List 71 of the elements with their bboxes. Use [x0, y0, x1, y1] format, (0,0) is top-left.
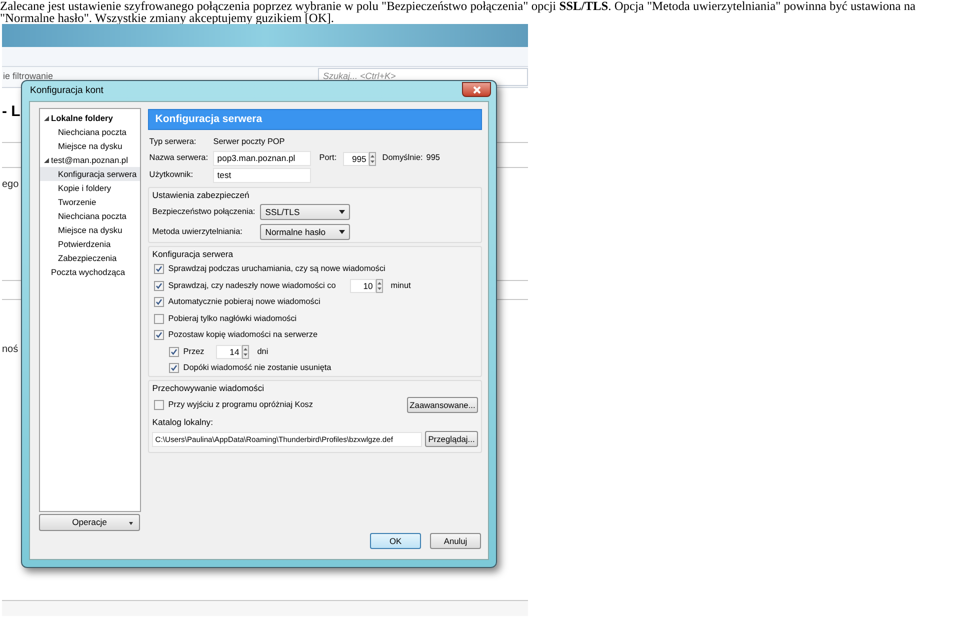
checkbox-label: Pobieraj tylko nagłówki wiadomości	[168, 312, 297, 325]
checkbox[interactable]	[154, 264, 164, 274]
window-title: Konfiguracja kont	[30, 84, 104, 98]
tree-item[interactable]: Zabezpieczenia	[58, 252, 117, 264]
dropdown[interactable]: SSL/TLS	[260, 204, 350, 220]
checkbox-label: Przy wyjściu z programu opróżniaj Kosz	[168, 398, 313, 411]
checkbox-label: Automatycznie pobieraj nowe wiadomości	[168, 296, 320, 308]
advanced-button[interactable]: Zaawansowane...	[407, 397, 478, 413]
checkbox-label: Sprawdzaj, czy nadeszły nowe wiadomości co	[168, 280, 336, 292]
expanded-icon[interactable]	[44, 158, 49, 162]
tree-item[interactable]: Potwierdzenia	[58, 238, 111, 250]
field-label: Metoda uwierzytelniania:	[152, 226, 244, 238]
tree-item[interactable]: Miejsce na dysku	[58, 224, 122, 236]
caret-icon	[129, 522, 133, 525]
unit-label: minut	[390, 280, 411, 292]
tree-item[interactable]: Niechciana poczta	[58, 126, 126, 138]
group-title: Konfiguracja serwera	[152, 248, 234, 261]
user-field[interactable]: test	[213, 168, 312, 183]
field-label: Port:	[319, 152, 338, 164]
number-field[interactable]: 995	[343, 152, 370, 166]
field-label: Katalog lokalny:	[152, 416, 214, 429]
dropdown[interactable]: Normalne hasło	[260, 224, 350, 240]
caret-icon	[339, 210, 346, 214]
checkbox[interactable]	[154, 280, 164, 291]
expanded-icon[interactable]	[44, 116, 49, 120]
checkbox[interactable]	[154, 314, 164, 324]
group-title: Ustawienia zabezpieczeń	[152, 189, 250, 202]
checkbox[interactable]	[154, 297, 164, 308]
dialog-button[interactable]: OK	[370, 533, 421, 549]
dialog-button[interactable]: Anuluj	[430, 533, 481, 549]
field-value: 995	[426, 152, 440, 164]
field-label: Użytkownik:	[149, 169, 194, 182]
caret-icon	[339, 230, 346, 234]
tree-item[interactable]: Lokalne foldery	[51, 112, 113, 124]
spin-arrows-icon[interactable]	[242, 344, 250, 359]
tree-item[interactable]: Niechciana poczta	[58, 210, 126, 222]
close-button[interactable]	[462, 82, 491, 97]
group-title: Przechowywanie wiadomości	[152, 382, 266, 395]
tree-item[interactable]: Miejsce na dysku	[58, 140, 122, 152]
page-text: noś	[2, 343, 18, 357]
checkbox[interactable]	[169, 363, 180, 374]
tree-item[interactable]: test@man.poznan.pl	[51, 154, 128, 166]
tree-item[interactable]: Kopie i foldery	[58, 182, 112, 194]
spin-arrows-icon[interactable]	[376, 278, 383, 293]
tree-item[interactable]: Tworzenie	[58, 196, 96, 208]
page-heading: - L	[2, 102, 20, 122]
field-label: Nazwa serwera:	[149, 152, 209, 164]
spin-arrows-icon[interactable]	[369, 152, 376, 166]
server-name-field[interactable]: pop3.man.poznan.pl	[213, 151, 312, 166]
checkbox-label: Dopóki wiadomość nie zostanie usunięta	[183, 362, 332, 374]
checkbox[interactable]	[169, 346, 180, 357]
checkbox[interactable]	[154, 330, 164, 340]
number-field[interactable]: 10	[350, 278, 376, 293]
instruction-text: Zalecane jest ustawienie szyfrowanego połączenia poprzez wybranie w polu "Bezpieczeństwo połączenia" opcji SSL/TLS. Opcja "Metoda uwierzytelniania" powinna być ustawiona na "Normalne hasło". Wszystkie zmiany akceptujemy guzikiem [OK].	[0, 0, 917, 24]
filter-label: ie filtrowanie	[3, 70, 54, 84]
field-value: Serwer poczty POP	[213, 136, 285, 148]
field-label: Bezpieczeństwo połączenia:	[152, 206, 256, 218]
operations-button[interactable]: Operacje	[39, 514, 140, 531]
checkbox-label: Przez	[183, 346, 204, 358]
page-text: ego	[2, 178, 19, 192]
browse-button[interactable]: Przeglądaj...	[425, 431, 478, 447]
close-icon	[472, 86, 480, 94]
panel-title: Konfiguracja serwera	[148, 109, 482, 130]
checkbox-label: Pozostaw kopię wiadomości na serwerze	[168, 329, 318, 342]
checkbox-label: Sprawdzaj podczas uruchamiania, czy są nowe wiadomości	[168, 263, 386, 276]
field-label: Typ serwera:	[149, 136, 198, 148]
checkbox[interactable]	[154, 400, 164, 410]
number-field[interactable]: 14	[216, 344, 242, 359]
field-label: Domyślnie:	[382, 152, 424, 164]
unit-label: dni	[257, 346, 268, 358]
tree-item[interactable]: Poczta wychodząca	[51, 266, 126, 278]
